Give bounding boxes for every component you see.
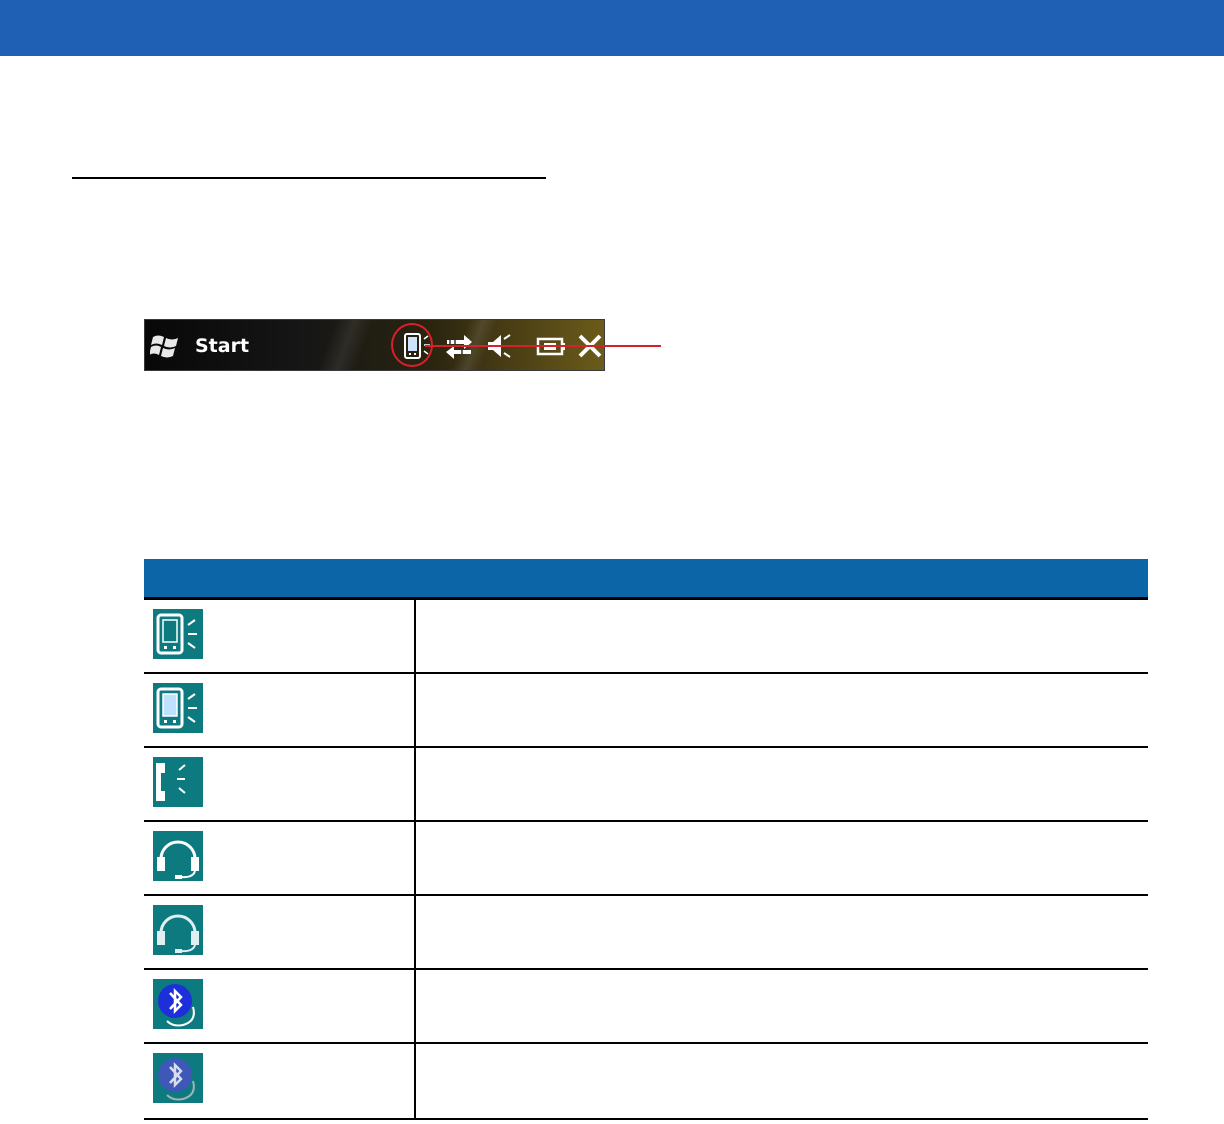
row-description (426, 970, 1136, 1042)
table-row (144, 1044, 1148, 1120)
row-description (426, 674, 1136, 746)
phone-handset-icon (153, 757, 203, 807)
table-header (144, 559, 1148, 600)
column-divider (414, 896, 416, 968)
table-row (144, 600, 1148, 674)
column-divider (414, 748, 416, 820)
column-divider (414, 822, 416, 894)
headset-icon (153, 831, 203, 881)
pda-device-icon (153, 609, 203, 659)
pda-device-light-icon (153, 683, 203, 733)
row-description (426, 748, 1136, 820)
windows-logo-icon[interactable] (150, 333, 180, 359)
row-description (426, 822, 1136, 894)
table-row (144, 822, 1148, 896)
headset-light-icon (153, 905, 203, 955)
column-divider (414, 970, 416, 1042)
bluetooth-dim-icon (153, 1053, 203, 1103)
header-description-column (426, 559, 1126, 597)
page-header-band (0, 0, 1224, 56)
row-description (426, 1044, 1136, 1118)
column-divider (414, 600, 416, 672)
column-divider (414, 674, 416, 746)
callout-line (425, 345, 661, 347)
bluetooth-icon (153, 979, 203, 1029)
row-description (426, 896, 1136, 968)
table-row (144, 970, 1148, 1044)
start-button[interactable]: Start (195, 334, 249, 358)
column-divider (414, 1044, 416, 1118)
table-row (144, 896, 1148, 970)
row-description (426, 600, 1136, 672)
header-icon-column (154, 559, 404, 597)
table-row (144, 674, 1148, 748)
status-icon-table (144, 559, 1148, 1120)
table-row (144, 748, 1148, 822)
section-rule (72, 177, 546, 179)
